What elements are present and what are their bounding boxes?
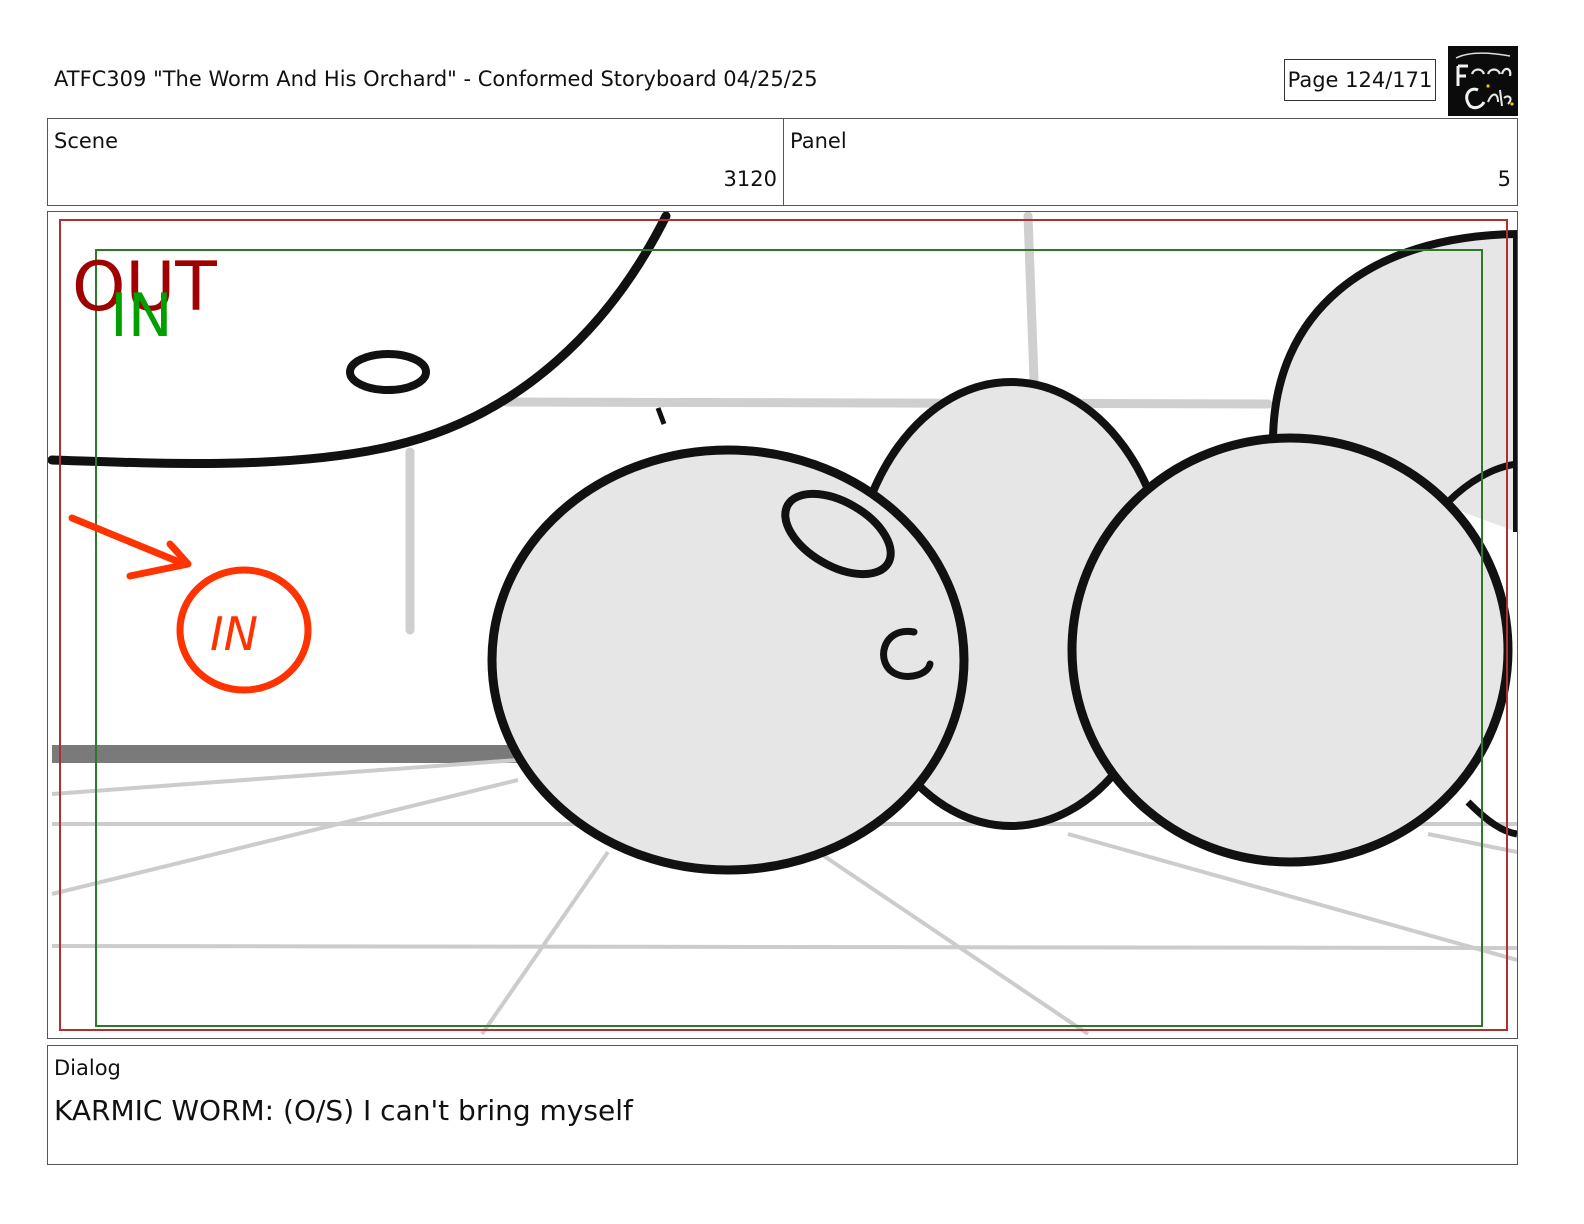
dialog-box: Dialog KARMIC WORM: (O/S) I can't bring … [47,1045,1518,1165]
page-number: Page 124/171 [1287,68,1433,92]
scene-number: 3120 [723,167,777,191]
panel-label: Panel [790,129,847,153]
arrow-annotation-icon [68,514,312,694]
page-number-box: Page 124/171 [1284,59,1436,101]
document-title: ATFC309 "The Worm And His Orchard" - Con… [54,67,818,91]
scene-panel-info: Scene 3120 Panel 5 [47,118,1518,206]
tray-hole [346,350,430,394]
panel-cell: Panel 5 [784,119,1517,205]
circled-in-annotation: IN [210,607,258,661]
scene-cell: Scene 3120 [48,119,784,205]
left-sphere [487,445,969,875]
storyboard-frame: IN OUT IN [47,211,1518,1039]
fionna-and-cake-logo-icon [1448,46,1518,116]
dialog-text: KARMIC WORM: (O/S) I can't bring myself [54,1094,633,1127]
in-label: IN [110,281,173,351]
scene-label: Scene [54,129,119,153]
panel-number: 5 [1497,167,1511,191]
storyboard-drawing: IN OUT IN [48,212,1517,1036]
dialog-label: Dialog [54,1056,121,1080]
right-sphere [1067,433,1513,867]
